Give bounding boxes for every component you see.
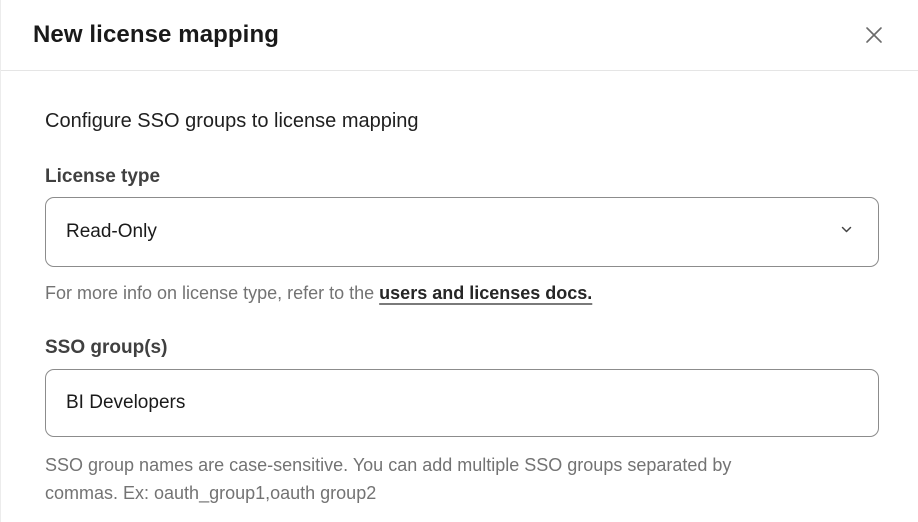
license-type-helper: For more info on license type, refer to …	[45, 281, 878, 305]
license-type-selected-value: Read-Only	[66, 221, 157, 243]
users-and-licenses-docs-link[interactable]: users and licenses docs.	[379, 283, 592, 303]
license-type-select[interactable]: Read-Only	[45, 197, 879, 267]
license-helper-text: For more info on license type, refer to …	[45, 283, 379, 303]
sso-groups-helper: SSO group names are case-sensitive. You …	[45, 451, 795, 507]
dialog-title: New license mapping	[33, 21, 279, 49]
new-license-mapping-dialog: New license mapping Configure SSO groups…	[0, 0, 918, 522]
chevron-down-icon	[839, 222, 854, 242]
dialog-header: New license mapping	[1, 0, 918, 71]
license-type-label: License type	[45, 164, 878, 189]
dialog-body: Configure SSO groups to license mapping …	[1, 71, 918, 507]
sso-groups-label: SSO group(s)	[45, 335, 878, 360]
sso-groups-input[interactable]	[45, 369, 879, 437]
close-icon	[863, 24, 885, 46]
close-button[interactable]	[858, 19, 890, 51]
form-heading: Configure SSO groups to license mapping	[45, 108, 878, 134]
